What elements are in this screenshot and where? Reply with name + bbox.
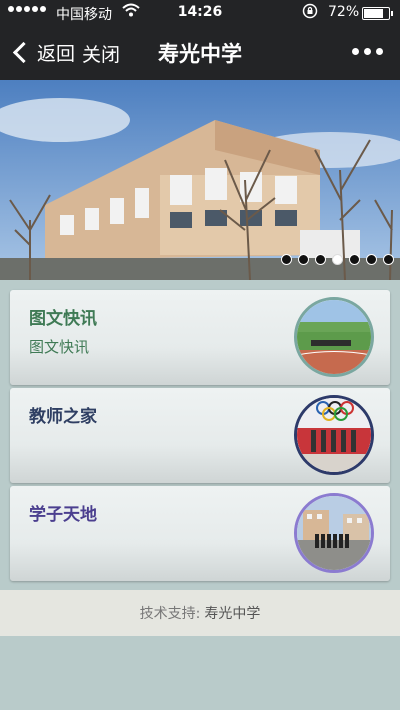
card-title: 图文快讯 — [29, 309, 97, 329]
card-subtitle: 图文快讯 — [29, 338, 90, 356]
status-bar: 中国移动 14:26 72% — [0, 0, 400, 26]
card-title: 学子天地 — [29, 505, 97, 525]
olympic-stage-thumbnail — [294, 395, 374, 475]
carousel-dot[interactable] — [383, 254, 394, 265]
rotation-lock-icon — [302, 3, 318, 23]
carousel-indicators — [281, 254, 394, 265]
school-building-photo — [0, 80, 400, 280]
carousel-dot[interactable] — [366, 254, 377, 265]
footer-label: 技术支持: — [139, 606, 201, 622]
banner-carousel[interactable] — [0, 80, 400, 280]
carousel-dot[interactable] — [281, 254, 292, 265]
carousel-dot[interactable] — [315, 254, 326, 265]
campus-group-thumbnail — [294, 493, 374, 573]
footer: 技术支持: 寿光中学 — [0, 590, 400, 636]
more-menu-icon[interactable] — [352, 48, 383, 55]
carousel-dot[interactable] — [349, 254, 360, 265]
page-title: 寿光中学 — [158, 42, 242, 66]
card-title: 教师之家 — [29, 407, 97, 427]
battery-percent: 72% — [328, 4, 360, 20]
card-teachers-home[interactable]: 教师之家 — [10, 388, 390, 483]
sports-field-thumbnail — [294, 297, 374, 377]
carousel-dot[interactable] — [332, 254, 343, 265]
card-news[interactable]: 图文快讯 图文快讯 — [10, 290, 390, 385]
carousel-dot[interactable] — [298, 254, 309, 265]
card-student-world[interactable]: 学子天地 — [10, 486, 390, 581]
footer-value: 寿光中学 — [204, 606, 261, 622]
nav-bar: 返回 关闭 寿光中学 — [0, 26, 400, 80]
battery-icon — [362, 7, 393, 20]
